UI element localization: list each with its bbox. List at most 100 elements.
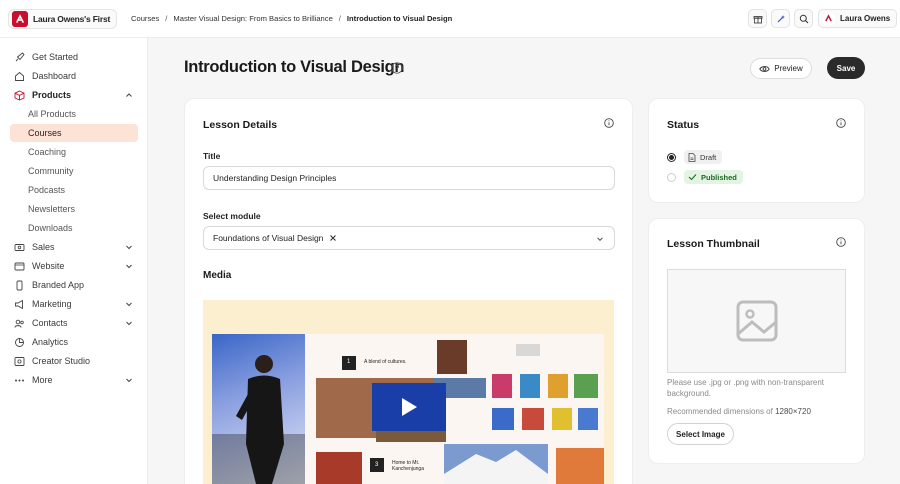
sidebar-item-analytics[interactable]: Analytics <box>10 333 138 351</box>
dollar-icon <box>14 242 25 253</box>
sidebar-item-contacts[interactable]: Contacts <box>10 314 138 332</box>
dots-icon <box>14 375 25 386</box>
thumbnail-hint: Please use .jpg or .png with non-transpa… <box>667 377 824 399</box>
dimensions-prefix: Recommended dimensions of <box>667 407 773 416</box>
sidebar-subitem-downloads[interactable]: Downloads <box>10 219 138 237</box>
eye-icon <box>759 65 770 72</box>
info-icon[interactable] <box>836 118 846 128</box>
breadcrumb: Courses / Master Visual Design: From Bas… <box>131 14 452 23</box>
image-placeholder-icon <box>736 300 777 342</box>
breadcrumb-current: Introduction to Visual Design <box>346 14 453 23</box>
sidebar-subitem-all-products[interactable]: All Products <box>10 105 138 123</box>
workspace-switcher[interactable]: Laura Owens's First <box>8 9 118 29</box>
slide-number: 1 <box>347 359 351 365</box>
thumbnail-dropzone[interactable] <box>667 269 846 373</box>
sidebar-item-label: Products <box>32 90 72 100</box>
title-field[interactable]: Understanding Design Principles <box>203 166 615 190</box>
sidebar-item-products[interactable]: Products <box>10 86 138 104</box>
sidebar-item-sales[interactable]: Sales <box>10 238 138 256</box>
sidebar-item-label: More <box>32 375 53 385</box>
document-icon <box>688 152 696 162</box>
chevron-down-icon <box>126 302 132 307</box>
workspace-name: Laura Owens's First <box>33 14 111 24</box>
sidebar-subitem-courses[interactable]: Courses <box>10 124 138 142</box>
sidebar-item-label: Website <box>32 261 65 271</box>
preview-label: Preview <box>774 64 803 73</box>
presentation-slide: 1 A blend of cultures. 3 Home to Mt. Kan… <box>316 334 604 484</box>
sidebar-item-get-started[interactable]: Get Started <box>10 48 138 66</box>
sidebar-item-label: Analytics <box>32 337 69 347</box>
thumbnail-title: Lesson Thumbnail <box>667 238 760 250</box>
contacts-icon <box>14 318 25 329</box>
sidebar-item-label: Creator Studio <box>32 356 91 366</box>
sidebar-subitem-coaching[interactable]: Coaching <box>10 143 138 161</box>
slide-number: 3 <box>375 462 379 468</box>
sidebar-subitem-community[interactable]: Community <box>10 162 138 180</box>
sidebar-item-label: Branded App <box>32 280 85 290</box>
status-published-label: Published <box>701 172 737 182</box>
sidebar-item-more[interactable]: More <box>10 371 138 389</box>
lesson-details-title: Lesson Details <box>203 119 278 131</box>
status-option-published[interactable]: Published <box>667 170 743 184</box>
megaphone-icon <box>14 299 25 310</box>
sidebar-item-branded-app[interactable]: Branded App <box>10 276 138 294</box>
slide-caption: A blend of cultures. <box>364 359 407 365</box>
gift-icon[interactable] <box>748 9 767 28</box>
play-button[interactable] <box>372 383 446 431</box>
help-icon[interactable] <box>391 62 403 74</box>
module-select[interactable]: Foundations of Visual Design <box>203 226 615 250</box>
phone-icon <box>14 280 25 291</box>
play-icon <box>402 398 417 416</box>
sidebar-item-creator-studio[interactable]: Creator Studio <box>10 352 138 370</box>
sidebar-item-website[interactable]: Website <box>10 257 138 275</box>
preview-button[interactable]: Preview <box>750 58 812 79</box>
save-button[interactable]: Save <box>827 57 865 79</box>
thumbnail-hint-line1: Please use .jpg or .png with non-transpa… <box>667 378 824 387</box>
status-draft-label: Draft <box>700 152 717 162</box>
chevron-down-icon <box>597 237 603 242</box>
status-badge: Draft <box>684 150 723 164</box>
user-menu[interactable]: Laura Owens <box>818 9 898 28</box>
status-option-draft[interactable]: Draft <box>667 150 723 164</box>
info-icon[interactable] <box>836 237 846 247</box>
module-tag-label: Foundations of Visual Design <box>213 233 324 243</box>
sparkle-icon[interactable] <box>771 9 790 28</box>
chart-icon <box>14 337 25 348</box>
info-icon[interactable] <box>604 118 614 128</box>
avatar <box>822 12 835 25</box>
chevron-down-icon <box>126 245 132 250</box>
search-icon[interactable] <box>794 9 813 28</box>
brand-logo <box>12 11 28 27</box>
rocket-icon <box>14 51 25 63</box>
breadcrumb-separator: / <box>165 14 168 23</box>
module-label: Select module <box>203 211 261 221</box>
top-bar: Laura Owens's First Courses / Master Vis… <box>0 0 900 38</box>
sidebar-subitem-newsletters[interactable]: Newsletters <box>10 200 138 218</box>
radio-published[interactable] <box>667 172 676 182</box>
page-title: Introduction to Visual Design <box>184 58 405 76</box>
breadcrumb-item-course[interactable]: Master Visual Design: From Basics to Bri… <box>173 14 332 23</box>
chevron-up-icon <box>126 93 132 97</box>
sidebar-item-label: Sales <box>32 242 55 252</box>
sidebar-item-label: Get Started <box>32 52 79 62</box>
media-label: Media <box>203 270 232 281</box>
thumbnail-dimensions: Recommended dimensions of 1280×720 <box>667 406 811 417</box>
breadcrumb-item-courses[interactable]: Courses <box>131 14 159 23</box>
sidebar-item-label: Marketing <box>32 299 72 309</box>
thumbnail-hint-line2: background. <box>667 389 712 398</box>
sidebar-item-label: Contacts <box>32 318 68 328</box>
status-badge: Published <box>684 170 743 184</box>
globe-icon <box>14 261 25 272</box>
sidebar-item-marketing[interactable]: Marketing <box>10 295 138 313</box>
module-tag: Foundations of Visual Design <box>213 233 337 243</box>
title-label: Title <box>203 151 221 161</box>
chevron-down-icon <box>126 378 132 383</box>
status-title: Status <box>667 119 700 131</box>
check-icon <box>688 174 697 181</box>
sidebar-subitem-podcasts[interactable]: Podcasts <box>10 181 138 199</box>
radio-draft[interactable] <box>667 152 676 162</box>
sidebar-item-dashboard[interactable]: Dashboard <box>10 67 138 85</box>
close-icon[interactable] <box>329 234 337 242</box>
select-image-button[interactable]: Select Image <box>667 423 734 445</box>
breadcrumb-separator: / <box>338 14 341 23</box>
